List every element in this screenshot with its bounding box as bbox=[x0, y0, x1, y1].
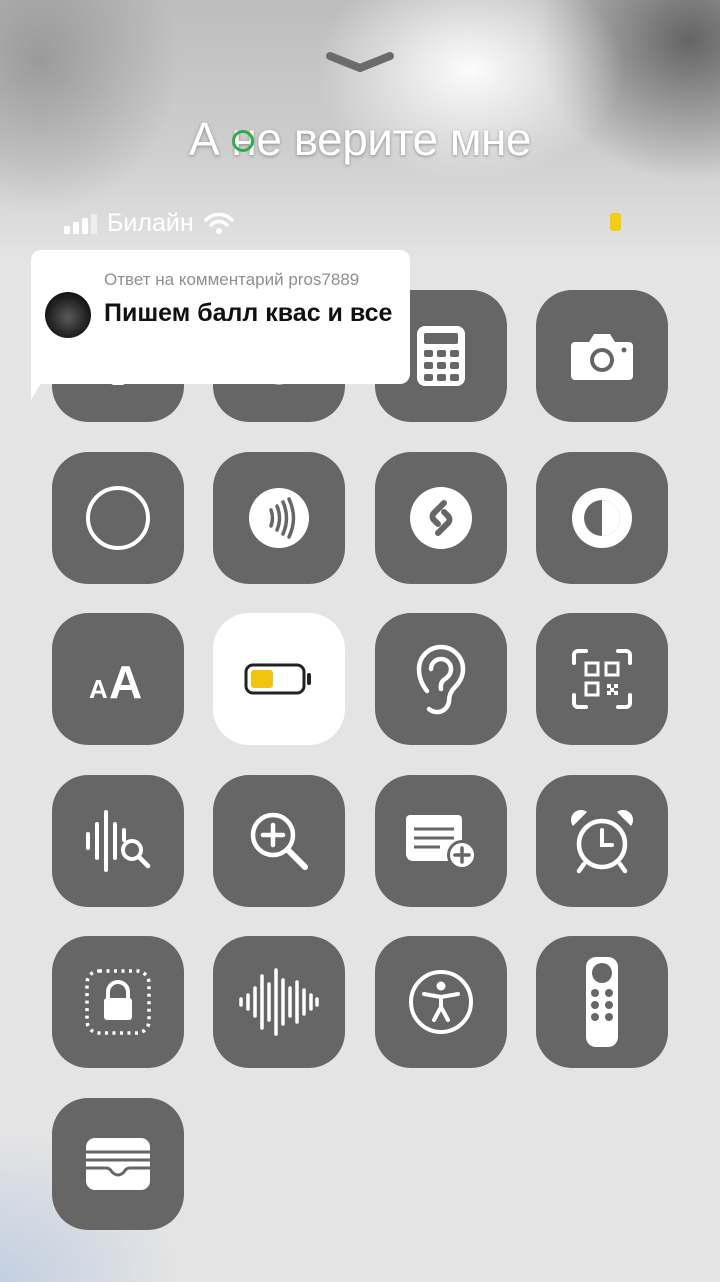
screen-record-icon bbox=[86, 486, 150, 550]
camera-icon bbox=[571, 334, 633, 380]
comment-reply-bubble[interactable]: Ответ на комментарий pros7889 Пишем балл… bbox=[31, 250, 410, 384]
accessibility-icon bbox=[409, 970, 473, 1034]
accessibility-tile[interactable] bbox=[375, 936, 507, 1068]
shazam-icon bbox=[410, 487, 472, 549]
calculator-icon bbox=[417, 326, 465, 386]
magnifier-icon bbox=[250, 812, 308, 870]
voice-memos-tile[interactable] bbox=[213, 936, 345, 1068]
voice-memos-icon bbox=[239, 968, 319, 1036]
hearing-icon bbox=[416, 644, 466, 715]
shazam-tile[interactable] bbox=[375, 452, 507, 584]
camera-tile[interactable] bbox=[536, 290, 668, 422]
quick-note-tile[interactable] bbox=[375, 775, 507, 907]
battery-indicator bbox=[610, 213, 621, 231]
cellular-signal-icon bbox=[64, 212, 97, 234]
low-power-mode-tile[interactable] bbox=[213, 613, 345, 745]
magnifier-tile[interactable] bbox=[213, 775, 345, 907]
video-caption: А не верите мне bbox=[188, 113, 532, 165]
status-bar: Билайн bbox=[64, 206, 234, 240]
recording-indicator bbox=[232, 130, 254, 152]
alarm-tile[interactable] bbox=[536, 775, 668, 907]
chevron-down-icon[interactable] bbox=[322, 48, 398, 76]
quick-note-icon bbox=[406, 815, 477, 870]
wallet-tile[interactable] bbox=[52, 1098, 184, 1230]
screen-record-tile[interactable] bbox=[52, 452, 184, 584]
low-power-mode-icon bbox=[244, 663, 311, 695]
carrier-name: Билайн bbox=[107, 208, 194, 237]
text-size-icon: A A bbox=[89, 656, 142, 704]
wallet-icon bbox=[86, 1138, 150, 1190]
nfc-tile[interactable] bbox=[213, 452, 345, 584]
sound-recognition-tile[interactable] bbox=[52, 775, 184, 907]
svg-text:A: A bbox=[89, 674, 108, 704]
qr-code-scanner-tile[interactable] bbox=[536, 613, 668, 745]
dark-mode-icon bbox=[572, 488, 632, 548]
guided-access-tile[interactable] bbox=[52, 936, 184, 1068]
svg-text:A: A bbox=[109, 656, 142, 704]
nfc-icon bbox=[249, 488, 309, 548]
guided-access-icon bbox=[85, 969, 151, 1035]
sound-recognition-icon bbox=[86, 810, 151, 872]
reply-meta-text: Ответ на комментарий pros7889 bbox=[104, 270, 360, 289]
wifi-icon bbox=[203, 212, 234, 234]
dark-mode-tile[interactable] bbox=[536, 452, 668, 584]
apple-tv-remote-tile[interactable] bbox=[536, 936, 668, 1068]
avatar[interactable] bbox=[45, 292, 91, 338]
apple-tv-remote-icon bbox=[586, 957, 618, 1047]
alarm-icon bbox=[571, 810, 633, 874]
hearing-tile[interactable] bbox=[375, 613, 507, 745]
comment-text: Пишем балл квас и все bbox=[104, 299, 393, 327]
text-size-tile[interactable]: A A bbox=[52, 613, 184, 745]
qr-code-scanner-icon bbox=[572, 649, 632, 709]
